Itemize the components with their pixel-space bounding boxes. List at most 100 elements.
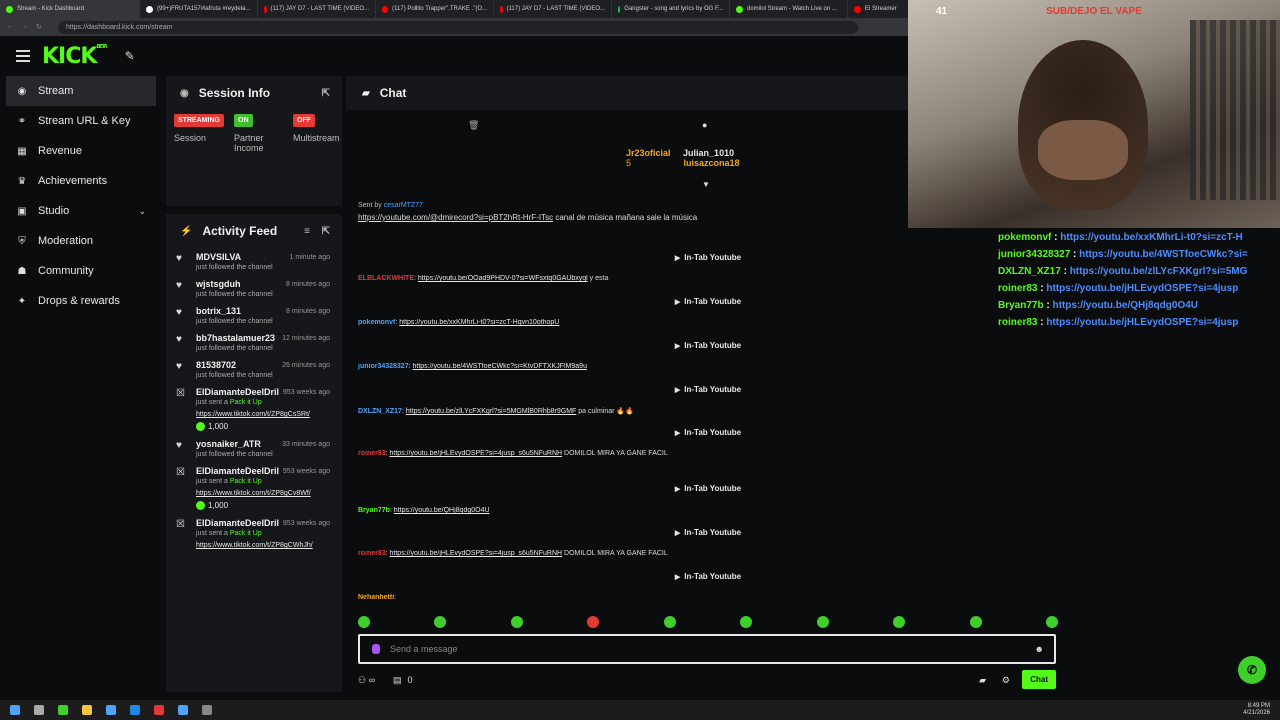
folder-icon[interactable]	[82, 705, 92, 715]
app-icon[interactable]	[58, 705, 68, 715]
chat-link[interactable]: https://youtu.be/jHLEvydOSPE?si=4jusp_s6…	[390, 550, 563, 557]
emote-icon[interactable]	[893, 616, 906, 628]
chat-username[interactable]: roiner83	[358, 450, 386, 457]
sidebar-item-drops-rewards[interactable]: ✦ Drops & rewards	[0, 286, 160, 316]
chrome-icon[interactable]	[106, 705, 116, 715]
chat-link[interactable]: https://youtu.be/QHj8qdg0O4U	[394, 507, 490, 514]
chat-link[interactable]: https://youtu.be/xxKMhrLi-t0?si=zcT-Hqvn…	[399, 319, 559, 326]
chat-username[interactable]: Bryan77b	[358, 507, 390, 514]
emote-icon[interactable]	[663, 616, 676, 628]
emote-icon[interactable]	[434, 616, 447, 628]
browser-tab[interactable]: (99+)FRUTA157#lafruta #reydela...	[140, 0, 258, 18]
chat-link[interactable]: https://youtu.be/zlLYcFXKgrl?si=5MGMlB0R…	[406, 408, 576, 415]
menu-icon[interactable]	[16, 50, 30, 62]
message-icon[interactable]: ●	[702, 120, 707, 130]
chevron-down-icon[interactable]: ⌄	[138, 206, 146, 217]
in-tab-label: In-Tab Youtube	[684, 572, 742, 581]
gear-icon[interactable]: ⚙	[1002, 675, 1010, 686]
app-icon[interactable]	[154, 705, 164, 715]
sidebar-item-community[interactable]: ☗ Community	[0, 256, 160, 286]
emote-icon[interactable]	[510, 616, 523, 628]
sidebar-item-stream-url-key[interactable]: ⚭ Stream URL & Key	[0, 106, 160, 136]
forward-icon[interactable]: →	[21, 23, 28, 31]
mic-icon[interactable]	[372, 644, 380, 654]
chat-username[interactable]: junior34328327	[358, 363, 409, 370]
browser-tab[interactable]: (117) Pollito Trapper".TRAKE ."(O...	[376, 0, 494, 18]
in-tab-youtube-button[interactable]: ▶ In-Tab Youtube	[346, 341, 1070, 350]
chat-link[interactable]: https://youtu.be/jHLEvydOSPE?si=4jusp_s6…	[390, 450, 563, 457]
chat-input[interactable]: Send a message ☻	[358, 634, 1056, 664]
sidebar-item-stream[interactable]: ◉ Stream	[6, 76, 156, 106]
sidebar-item-achievements[interactable]: ♛ Achievements	[0, 166, 160, 196]
sidebar-item-label: Achievements	[38, 175, 108, 187]
activity-sub: just followed the channel	[196, 318, 273, 325]
scroll-down-icon[interactable]: ▼	[702, 180, 710, 189]
reload-icon[interactable]: ↻	[36, 23, 42, 31]
chat-settings-bubble-icon[interactable]: ▰	[979, 675, 986, 686]
users-icon[interactable]: ⚇ ∞	[358, 675, 375, 686]
sidebar-item-studio[interactable]: ▣ Studio ⌄	[0, 196, 160, 226]
filter-icon[interactable]: ≡	[304, 226, 310, 237]
system-tray[interactable]: 8:49 PM 4/21/2026	[1243, 703, 1270, 717]
chat-link[interactable]: https://youtu.be/4WSTfoeCWkc?si=KtvDFTXK…	[412, 363, 586, 370]
top-chatter-1[interactable]: Jr23oficial	[626, 148, 671, 158]
chat-username[interactable]: Nehanhetti	[358, 594, 394, 601]
overlay-chat-line: DXLZN_XZ17 : https://youtu.be/zlLYcFXKgr…	[998, 266, 1248, 277]
activity-link[interactable]: https://www.tiktok.com/t/ZP8gCv8Wf/	[196, 490, 328, 497]
chat-username[interactable]: pokemonvf	[358, 319, 395, 326]
browser-tab[interactable]: domilol Stream - Watch Live on ...	[730, 0, 848, 18]
kick-logo[interactable]: KICKBETA	[42, 44, 108, 69]
search-icon[interactable]	[34, 705, 44, 715]
in-tab-youtube-button[interactable]: ▶ In-Tab Youtube	[346, 428, 1070, 437]
emote-icon[interactable]	[358, 616, 370, 628]
popout-icon[interactable]: ⇱	[322, 226, 330, 237]
popout-icon[interactable]: ⇱	[322, 88, 330, 99]
emote-icon[interactable]	[816, 616, 829, 628]
browser-tab[interactable]: Gangster - song and lyrics by OG F...	[612, 0, 730, 18]
pin-icon[interactable]: ✎	[125, 49, 135, 63]
in-tab-youtube-button[interactable]: ▶ In-Tab Youtube	[346, 297, 1070, 306]
trash-icon[interactable]: 🗑	[468, 120, 479, 131]
chat-input-placeholder: Send a message	[390, 644, 458, 654]
chat-send-button[interactable]: Chat	[1022, 670, 1056, 689]
overlay-username: junior34328327	[998, 249, 1071, 260]
emoji-icon[interactable]: ☻	[1035, 644, 1044, 654]
chat-username[interactable]: ELBLACKWHITE	[358, 275, 414, 282]
store-icon[interactable]: ▤	[393, 675, 402, 686]
in-tab-youtube-button[interactable]: ▶ In-Tab Youtube	[346, 385, 1070, 394]
telegram-icon[interactable]	[178, 705, 188, 715]
top-chatter-3[interactable]: luisazcona18	[684, 158, 740, 168]
chat-text: DOMILOL MIRA YA GANE FACIL	[562, 550, 668, 557]
chat-username[interactable]: DXLZN_XZ17	[358, 408, 402, 415]
chat-message: roiner83: https://youtu.be/jHLEvydOSPE?s…	[358, 550, 668, 557]
emote-icon[interactable]	[1045, 616, 1058, 628]
pinned-sender[interactable]: cesarMTZ77	[384, 202, 423, 209]
activity-time: 1 minute ago	[289, 254, 330, 261]
back-icon[interactable]: ←	[6, 23, 13, 31]
in-tab-youtube-button[interactable]: ▶ In-Tab Youtube	[346, 484, 1070, 493]
chat-link[interactable]: https://youtu.be/OOad9PHDV-0?si=WFsxtq0G…	[418, 275, 588, 282]
help-chat-icon[interactable]: ✆	[1238, 656, 1266, 684]
emote-icon[interactable]	[740, 616, 753, 628]
pinned-link[interactable]: https://youtube.com/@dmirecord?si=pBT2hR…	[358, 213, 553, 222]
app-icon[interactable]	[202, 705, 212, 715]
start-icon[interactable]	[10, 705, 20, 715]
chat-toolbar: ⚇ ∞ ▤ 0 ▰ ⚙ Chat	[358, 670, 1056, 690]
top-chatter-2[interactable]: Julian_1010	[683, 148, 734, 158]
browser-tab[interactable]: (117) JAY D7 - LAST TIME (VIDEO...	[258, 0, 376, 18]
sidebar-item-revenue[interactable]: ▦ Revenue	[0, 136, 160, 166]
app-icon[interactable]	[130, 705, 140, 715]
url-field[interactable]: https://dashboard.kick.com/stream	[58, 20, 858, 34]
sidebar-item-moderation[interactable]: ⛨ Moderation	[0, 226, 160, 256]
chat-username[interactable]: roiner83	[358, 550, 386, 557]
emote-icon[interactable]	[969, 616, 982, 628]
tray-time: 8:49 PM	[1247, 703, 1270, 709]
activity-link[interactable]: https://www.tiktok.com/t/ZP8gCsSRt/	[196, 411, 328, 418]
activity-link[interactable]: https://www.tiktok.com/t/ZP8gCWhJh/	[196, 542, 328, 549]
browser-tab[interactable]: Stream - Kick Dashboard	[0, 0, 140, 18]
in-tab-youtube-button[interactable]: ▶ In-Tab Youtube	[346, 253, 1070, 262]
emote-icon[interactable]	[587, 616, 600, 628]
browser-tab[interactable]: (117) JAY D7 - LAST TIME (VIDEO...	[494, 0, 612, 18]
in-tab-youtube-button[interactable]: ▶ In-Tab Youtube	[346, 528, 1070, 537]
in-tab-youtube-button[interactable]: ▶ In-Tab Youtube	[346, 572, 1070, 581]
